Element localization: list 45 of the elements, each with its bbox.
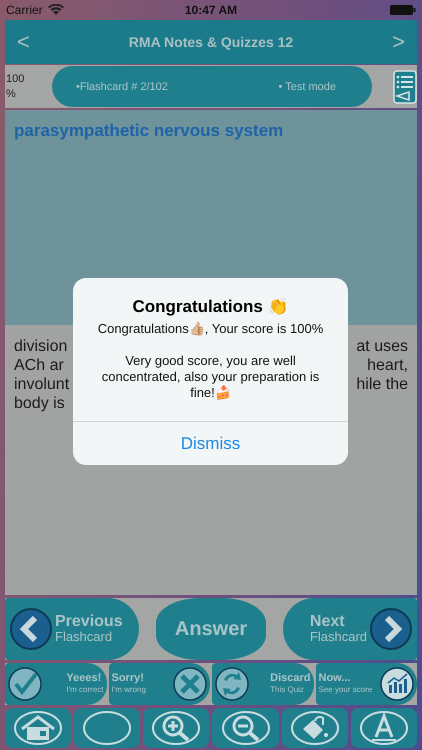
home-tool-button[interactable] bbox=[5, 708, 72, 748]
blank-tool-button[interactable] bbox=[74, 708, 140, 748]
bucket-icon bbox=[288, 709, 341, 747]
zoom-out-icon bbox=[220, 709, 272, 747]
clock-time: 10:47 AM bbox=[184, 3, 238, 17]
discard-button[interactable]: Discard This Quiz bbox=[212, 663, 314, 705]
zoom-in-tool-button[interactable] bbox=[143, 708, 210, 748]
wifi-icon bbox=[48, 4, 64, 16]
wrong-button[interactable]: Sorry! I'm wrong bbox=[108, 663, 210, 705]
check-icon bbox=[8, 667, 42, 701]
cross-icon bbox=[173, 667, 207, 701]
forward-button[interactable]: > bbox=[380, 29, 417, 55]
clear-tool-button[interactable] bbox=[282, 708, 348, 748]
alert-score-text: Congratulations👍🏼, Your score is 100% bbox=[96, 321, 324, 337]
card-title: parasympathetic nervous system bbox=[14, 121, 284, 141]
flashcard-counter: •Flashcard # 2/102 bbox=[76, 80, 168, 92]
card-text: division bbox=[14, 337, 68, 356]
card-text: ACh ar bbox=[14, 356, 64, 375]
recycle-arrows-icon bbox=[215, 667, 249, 701]
card-text: heart, bbox=[367, 356, 408, 375]
home-icon bbox=[12, 709, 64, 747]
alert-message: Very good score, you are well concentrated, also your preparation is fine!🍰 bbox=[100, 352, 320, 402]
font-tool-button[interactable] bbox=[350, 708, 417, 748]
score-button[interactable]: Now... See your score bbox=[316, 663, 417, 705]
card-text: hile the bbox=[356, 375, 408, 394]
correct-button[interactable]: Yeees! I'm correct bbox=[5, 663, 106, 705]
dismiss-button[interactable]: Dismiss bbox=[73, 421, 348, 465]
battery-icon bbox=[390, 4, 416, 16]
alert-title: Congratulations 👏 bbox=[131, 296, 290, 318]
card-text: involunt bbox=[14, 375, 70, 394]
nav-title: RMA Notes & Quizzes 12 bbox=[128, 34, 294, 50]
previous-flashcard-button[interactable]: Previous Flashcard bbox=[5, 598, 139, 660]
next-flashcard-button[interactable]: Next Flashcard bbox=[283, 598, 417, 660]
notes-list-button[interactable] bbox=[393, 70, 417, 104]
carrier-label: Carrier bbox=[6, 3, 43, 17]
zoom-out-tool-button[interactable] bbox=[212, 708, 279, 748]
mode-label: • Test mode bbox=[278, 80, 336, 92]
answer-button[interactable]: Answer bbox=[156, 598, 266, 660]
zoom-in-icon bbox=[150, 709, 202, 747]
bar-chart-icon bbox=[380, 667, 414, 701]
card-text: at uses bbox=[356, 337, 408, 356]
score-percent: 100 % bbox=[5, 72, 26, 102]
letter-a-icon bbox=[358, 709, 410, 747]
card-text: body is bbox=[14, 394, 65, 413]
back-button[interactable]: < bbox=[5, 29, 42, 55]
